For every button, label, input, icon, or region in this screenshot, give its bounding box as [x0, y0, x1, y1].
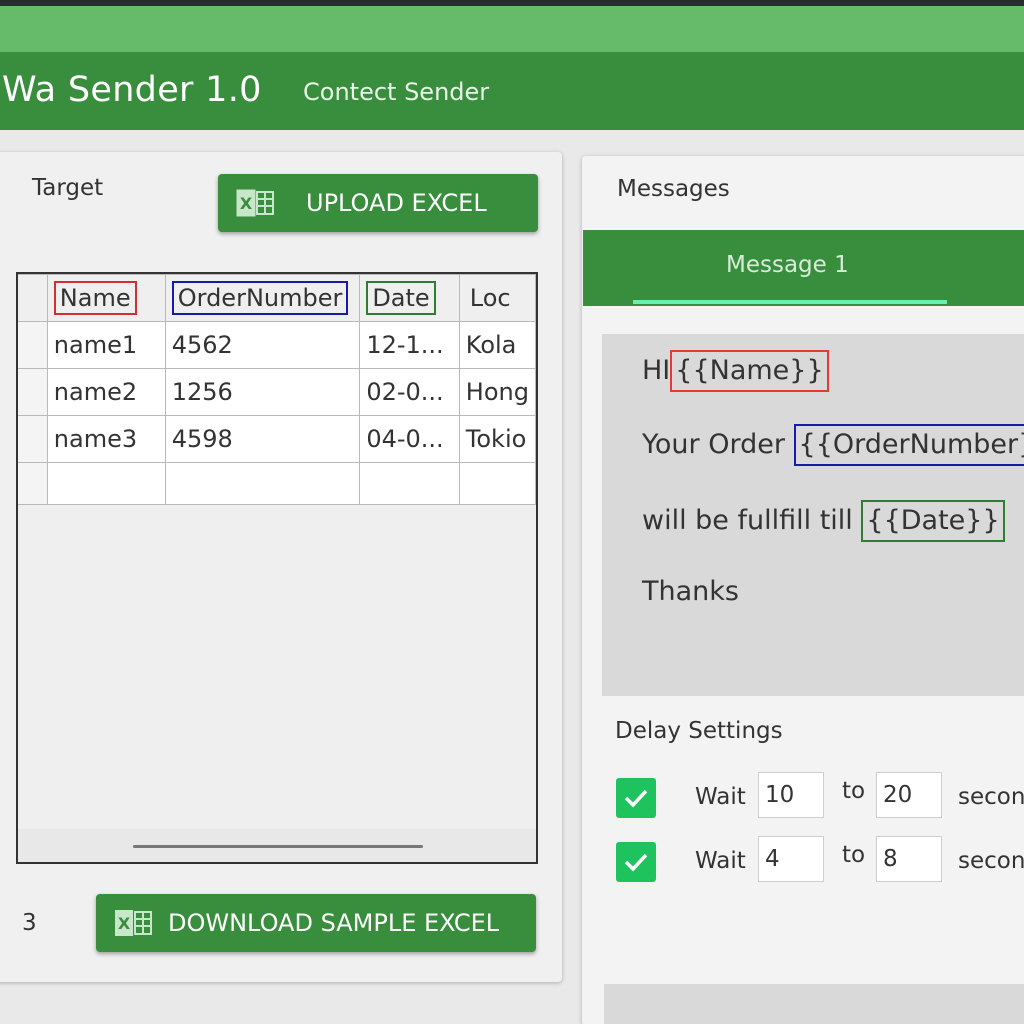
- delay-2-wait-label: Wait: [695, 848, 746, 874]
- delay-2-unit-label: seconds: [958, 848, 1024, 874]
- message-line-2: Your Order {{OrderNumber}}: [642, 424, 1024, 466]
- app-subtitle: Contect Sender: [303, 78, 490, 106]
- table-cell[interactable]: [458, 462, 536, 505]
- messages-label: Messages: [617, 176, 730, 202]
- row-header[interactable]: [18, 321, 48, 369]
- delay-settings-title: Delay Settings: [615, 718, 783, 744]
- tab-active-indicator: [633, 300, 947, 304]
- placeholder-date: {{Date}}: [861, 500, 1005, 542]
- delay-1-wait-label: Wait: [695, 784, 746, 810]
- delay-2-to-label: to: [842, 842, 866, 868]
- column-header-ordernumber[interactable]: OrderNumber: [164, 274, 361, 322]
- table-cell[interactable]: 12-1...: [359, 321, 460, 369]
- message-line-4: Thanks: [642, 576, 739, 607]
- row-header[interactable]: [18, 368, 48, 416]
- row-header[interactable]: [18, 462, 48, 505]
- delay-row-1: Wait to seconds: [616, 772, 1024, 820]
- table-cell[interactable]: 1256: [164, 368, 361, 416]
- table-row[interactable]: name1 4562 12-1... Kola: [18, 321, 536, 369]
- tab-message-1[interactable]: Message 1: [726, 252, 849, 278]
- message-line-1: HI {{Name}}: [642, 350, 829, 392]
- delay-1-to-label: to: [842, 778, 866, 804]
- column-header-name[interactable]: Name: [46, 274, 166, 322]
- table-cell[interactable]: [46, 462, 166, 505]
- target-label: Target: [32, 175, 104, 201]
- target-table: Name OrderNumber Date Loc name1 4562 12-…: [18, 274, 536, 505]
- message-line-3: will be fullfill till {{Date}}: [642, 500, 1005, 542]
- svg-text:X: X: [240, 194, 253, 213]
- svg-text:X: X: [118, 914, 131, 933]
- table-header-row: Name OrderNumber Date Loc: [18, 274, 536, 322]
- table-row[interactable]: name3 4598 04-0... Tokio: [18, 415, 536, 463]
- delay-1-max-input[interactable]: [876, 772, 942, 818]
- row-header[interactable]: [18, 415, 48, 463]
- table-cell[interactable]: 04-0...: [359, 415, 460, 463]
- table-cell[interactable]: Hong: [458, 368, 536, 416]
- table-cell[interactable]: name1: [46, 321, 166, 369]
- table-cell[interactable]: name2: [46, 368, 166, 416]
- horizontal-scrollbar-thumb[interactable]: [133, 845, 423, 848]
- placeholder-name: {{Name}}: [670, 350, 829, 392]
- delay-2-checkbox[interactable]: [616, 842, 656, 882]
- excel-icon: X: [114, 908, 154, 938]
- check-icon: [624, 789, 648, 808]
- app-header: Wa Sender 1.0 Contect Sender: [0, 52, 1024, 130]
- horizontal-scrollbar-track[interactable]: [18, 829, 536, 862]
- upload-excel-label: UPLOAD EXCEL: [306, 189, 487, 217]
- table-row[interactable]: name2 1256 02-0... Hong: [18, 368, 536, 416]
- column-header-date[interactable]: Date: [359, 274, 460, 322]
- bottom-panel-area: [604, 984, 1024, 1024]
- download-sample-excel-button[interactable]: X DOWNLOAD SAMPLE EXCEL: [96, 894, 536, 952]
- table-cell[interactable]: 4598: [164, 415, 361, 463]
- row-count: 3: [22, 910, 37, 936]
- delay-1-checkbox[interactable]: [616, 778, 656, 818]
- delay-2-min-input[interactable]: [758, 836, 824, 882]
- delay-1-min-input[interactable]: [758, 772, 824, 818]
- delay-row-2: Wait to seconds: [616, 836, 1024, 884]
- placeholder-ordernumber: {{OrderNumber}}: [793, 424, 1024, 466]
- table-cell[interactable]: 4562: [164, 321, 361, 369]
- download-sample-excel-label: DOWNLOAD SAMPLE EXCEL: [168, 909, 500, 937]
- table-cell[interactable]: [359, 462, 460, 505]
- table-row-new[interactable]: [18, 462, 536, 505]
- row-header-corner: [18, 274, 48, 322]
- table-cell[interactable]: name3: [46, 415, 166, 463]
- app-title: Wa Sender 1.0: [2, 70, 262, 110]
- table-cell[interactable]: Tokio: [458, 415, 536, 463]
- title-band: [0, 6, 1024, 52]
- table-cell[interactable]: [164, 462, 361, 505]
- delay-2-max-input[interactable]: [876, 836, 942, 882]
- message-tab-bar: Message 1: [583, 230, 1024, 306]
- target-grid[interactable]: Name OrderNumber Date Loc name1 4562 12-…: [16, 272, 538, 864]
- table-cell[interactable]: 02-0...: [359, 368, 460, 416]
- check-icon: [624, 853, 648, 872]
- excel-icon: X: [236, 188, 276, 218]
- table-cell[interactable]: Kola: [458, 321, 536, 369]
- delay-1-unit-label: seconds: [958, 784, 1024, 810]
- upload-excel-button[interactable]: X UPLOAD EXCEL: [218, 174, 538, 232]
- message-body-editor[interactable]: HI{{Name}} Your Order {{OrderNumber}} wi…: [602, 334, 1024, 696]
- column-header-location[interactable]: Loc: [458, 274, 536, 322]
